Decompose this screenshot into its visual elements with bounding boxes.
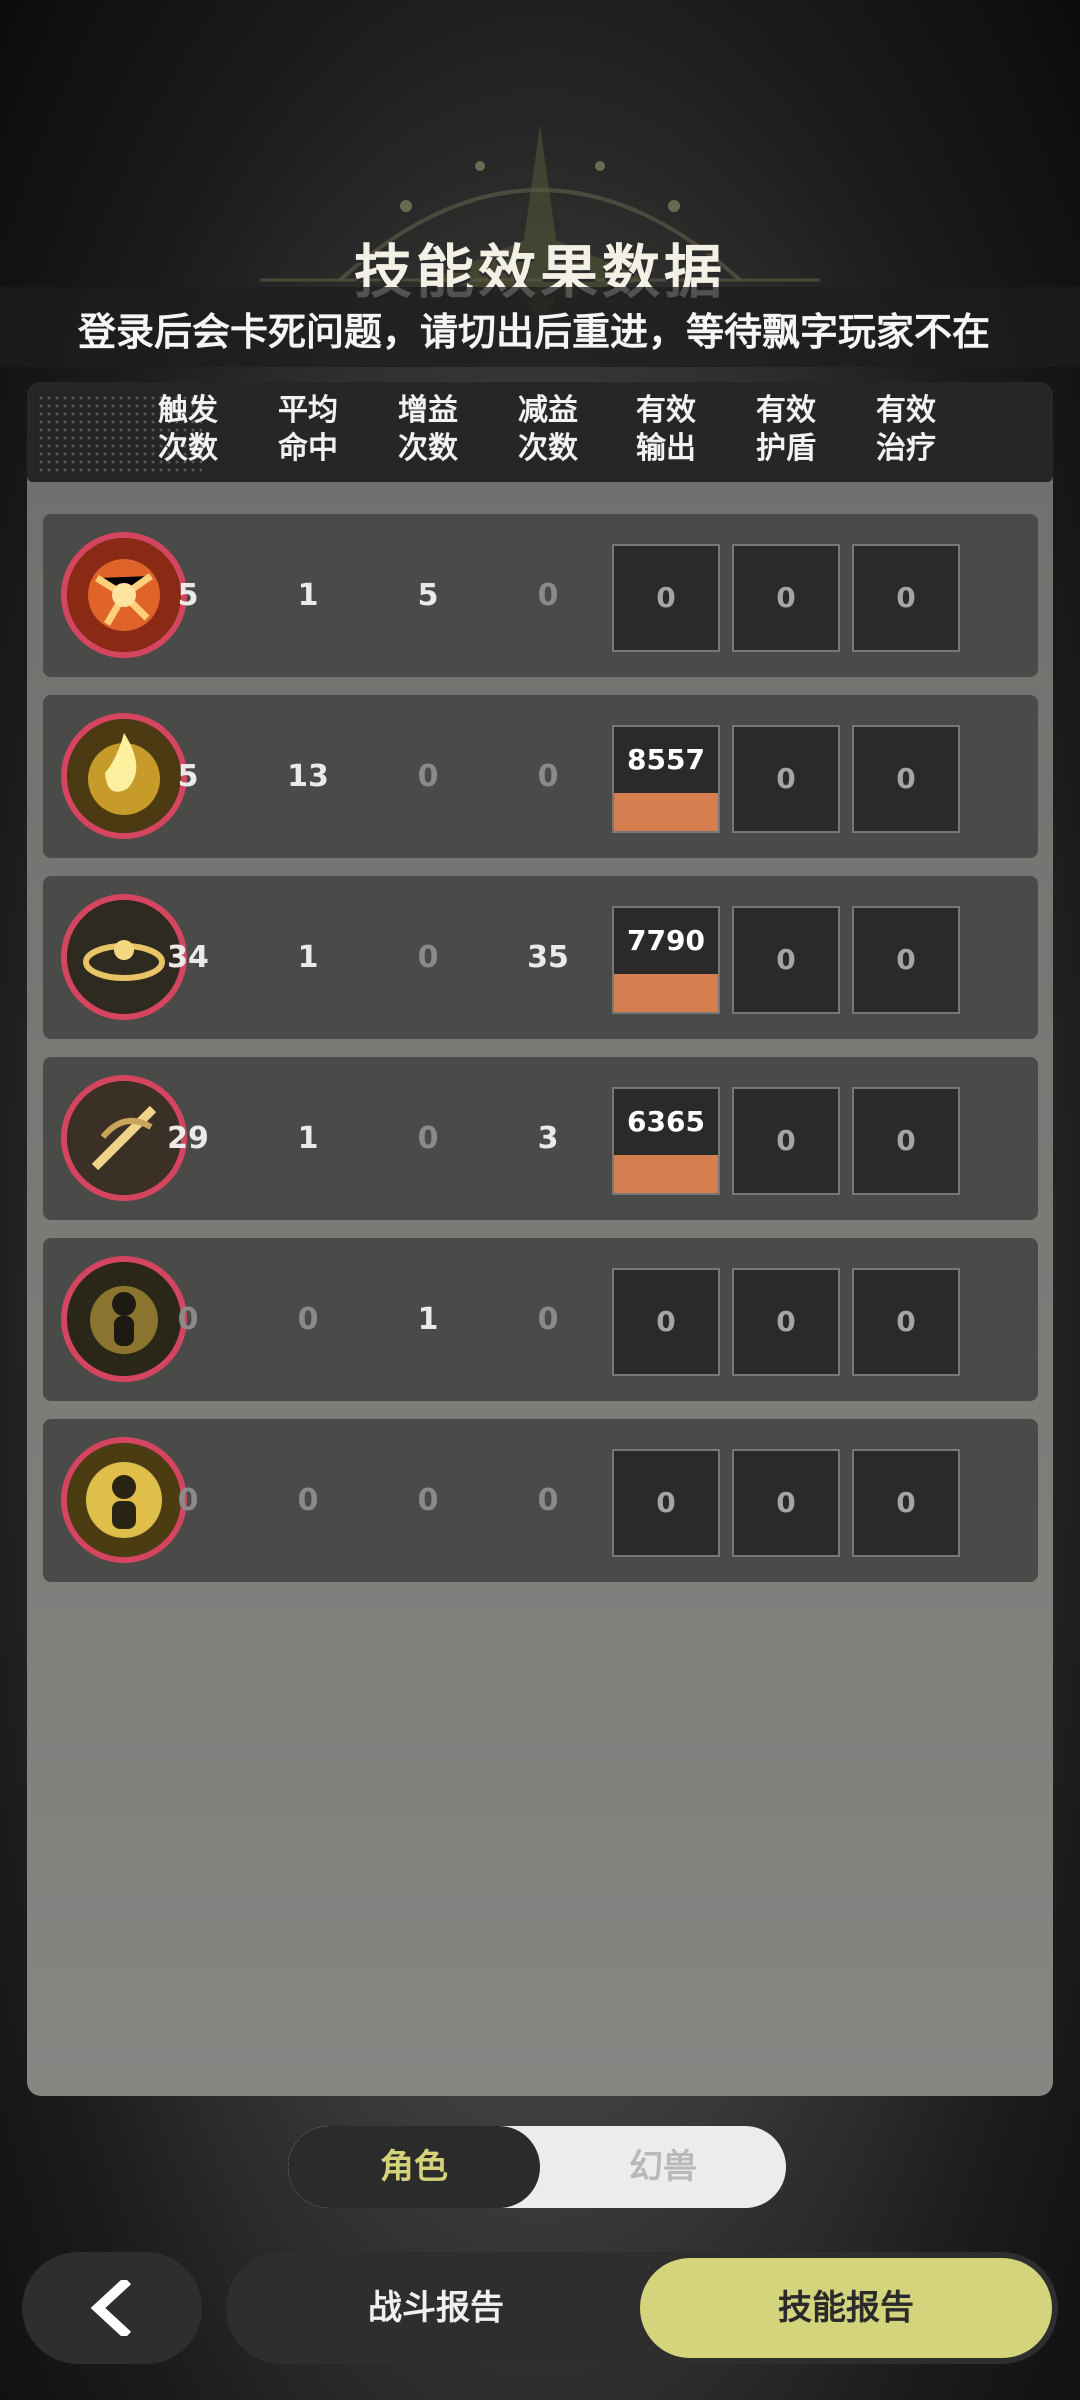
column-header: 减益 次数 <box>493 392 603 468</box>
toggle-character[interactable]: 角色 <box>288 2126 540 2208</box>
buff-count: 0 <box>417 1121 439 1156</box>
effective-heal-value: 0 <box>896 581 916 614</box>
effective-shield-box: 0 <box>732 1449 840 1557</box>
effective-shield-box: 0 <box>732 1268 840 1376</box>
effective-output-value: 0 <box>656 1305 676 1338</box>
effective-shield-box: 0 <box>732 544 840 652</box>
trigger-count: 29 <box>167 1121 209 1156</box>
trigger-count: 0 <box>177 1483 199 1518</box>
column-header-line: 次数 <box>518 431 578 466</box>
column-header-line: 次数 <box>158 431 218 466</box>
column-header: 有效 治疗 <box>851 392 961 468</box>
output-bar-fill <box>614 1155 718 1193</box>
column-header-line: 治疗 <box>876 431 936 466</box>
effective-output-box: 0 <box>612 1268 720 1376</box>
column-header: 触发 次数 <box>133 392 243 468</box>
effective-shield-value: 0 <box>776 762 796 795</box>
effective-heal-box: 0 <box>852 544 960 652</box>
column-header-line: 触发 <box>158 393 218 428</box>
skill-row[interactable]: 5 13 0 0 8557万 0 0 <box>43 695 1038 858</box>
effective-shield-box: 0 <box>732 1087 840 1195</box>
effective-output-box: 0 <box>612 544 720 652</box>
effective-heal-box: 0 <box>852 1268 960 1376</box>
effective-shield-box: 0 <box>732 725 840 833</box>
effective-output-box: 6365万 <box>612 1087 720 1195</box>
debuff-count: 0 <box>537 1483 559 1518</box>
effective-shield-value: 0 <box>776 1305 796 1338</box>
debuff-count: 3 <box>537 1121 559 1156</box>
column-header-line: 输出 <box>636 431 696 466</box>
effective-heal-value: 0 <box>896 1305 916 1338</box>
toggle-beast[interactable]: 幻兽 <box>540 2126 786 2208</box>
output-bar-fill <box>614 793 718 831</box>
effective-output-value: 6365万 <box>627 1105 705 1193</box>
debuff-count: 0 <box>537 1302 559 1337</box>
notice-banner: 登录后会卡死问题，请切出后重进，等待飘字玩家不在 <box>0 287 1080 367</box>
notice-text: 登录后会卡死问题，请切出后重进，等待飘字玩家不在 <box>78 310 991 354</box>
column-header: 有效 输出 <box>611 392 721 468</box>
skill-report-button[interactable]: 技能报告 <box>640 2258 1052 2358</box>
buff-count: 0 <box>417 759 439 794</box>
skill-row[interactable]: 5 1 5 0 0 0 0 <box>43 514 1038 677</box>
column-header-line: 护盾 <box>756 431 816 466</box>
column-header-line: 平均 <box>278 393 338 428</box>
effective-heal-box: 0 <box>852 1087 960 1195</box>
effective-shield-box: 0 <box>732 906 840 1014</box>
column-header: 平均 命中 <box>253 392 363 468</box>
effective-output-box: 0 <box>612 1449 720 1557</box>
average-hit: 13 <box>287 759 329 794</box>
skill-row[interactable]: 29 1 0 3 6365万 0 0 <box>43 1057 1038 1220</box>
effective-heal-box: 0 <box>852 725 960 833</box>
debuff-count: 0 <box>537 578 559 613</box>
effective-output-box: 8557万 <box>612 725 720 833</box>
buff-count: 0 <box>417 940 439 975</box>
effective-shield-value: 0 <box>776 1486 796 1519</box>
effective-shield-value: 0 <box>776 1124 796 1157</box>
effective-heal-box: 0 <box>852 1449 960 1557</box>
effective-heal-value: 0 <box>896 1124 916 1157</box>
effective-shield-value: 0 <box>776 581 796 614</box>
effective-heal-box: 0 <box>852 906 960 1014</box>
effective-output-value: 8557万 <box>627 743 705 831</box>
skill-row[interactable]: 0 0 1 0 0 0 0 <box>43 1238 1038 1401</box>
average-hit: 1 <box>297 940 319 975</box>
column-header-line: 次数 <box>398 431 458 466</box>
average-hit: 1 <box>297 1121 319 1156</box>
battle-report-button[interactable]: 战斗报告 <box>226 2252 646 2364</box>
effective-heal-value: 0 <box>896 1486 916 1519</box>
trigger-count: 5 <box>177 578 199 613</box>
effective-output-value: 7790万 <box>627 924 705 1012</box>
chevron-left-icon <box>90 2280 132 2336</box>
column-header-line: 增益 <box>398 393 458 428</box>
buff-count: 0 <box>417 1483 439 1518</box>
debuff-count: 0 <box>537 759 559 794</box>
effective-output-value: 0 <box>656 581 676 614</box>
back-button[interactable] <box>22 2252 202 2364</box>
debuff-count: 35 <box>527 940 569 975</box>
trigger-count: 0 <box>177 1302 199 1337</box>
average-hit: 0 <box>297 1302 319 1337</box>
column-header-line: 有效 <box>756 393 816 428</box>
average-hit: 1 <box>297 578 319 613</box>
effective-output-box: 7790万 <box>612 906 720 1014</box>
column-header-line: 减益 <box>518 393 578 428</box>
trigger-count: 5 <box>177 759 199 794</box>
buff-count: 1 <box>417 1302 439 1337</box>
output-bar-fill <box>614 974 718 1012</box>
average-hit: 0 <box>297 1483 319 1518</box>
character-beast-toggle[interactable]: 角色 幻兽 <box>288 2126 786 2208</box>
column-header: 有效 护盾 <box>731 392 841 468</box>
column-header-line: 有效 <box>876 393 936 428</box>
effective-shield-value: 0 <box>776 943 796 976</box>
column-header-line: 有效 <box>636 393 696 428</box>
column-header: 增益 次数 <box>373 392 483 468</box>
skill-row[interactable]: 34 1 0 35 7790万 0 0 <box>43 876 1038 1039</box>
buff-count: 5 <box>417 578 439 613</box>
trigger-count: 34 <box>167 940 209 975</box>
skill-row[interactable]: 0 0 0 0 0 0 0 <box>43 1419 1038 1582</box>
effective-heal-value: 0 <box>896 943 916 976</box>
column-header-line: 命中 <box>278 431 338 466</box>
effective-heal-value: 0 <box>896 762 916 795</box>
effective-output-value: 0 <box>656 1486 676 1519</box>
